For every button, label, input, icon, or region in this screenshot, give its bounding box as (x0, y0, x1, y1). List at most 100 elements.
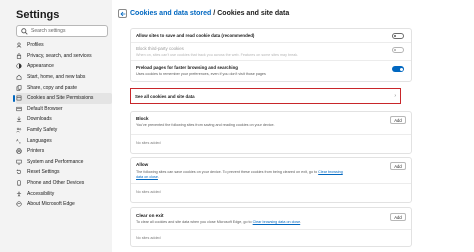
sidebar: Settings Profiles Privacy, search, and s… (0, 0, 112, 252)
block-add-button[interactable]: Add (390, 116, 406, 124)
allow-section-title: Allow (136, 162, 149, 167)
lock-icon (16, 53, 22, 59)
cookie-settings-card: Allow sites to save and read cookie data… (130, 28, 412, 82)
printer-icon (16, 148, 22, 154)
sidebar-item-label: Phone and Other Devices (27, 180, 85, 187)
sidebar-item-languages[interactable]: Aa Languages (16, 135, 112, 146)
clear-on-exit-description: To clear all cookies and site data when … (136, 220, 301, 224)
phone-icon (17, 180, 21, 186)
preload-pages-toggle[interactable] (392, 66, 404, 72)
profile-icon (16, 42, 22, 48)
system-icon (16, 159, 22, 165)
browser-icon (16, 106, 22, 111)
sidebar-item-about[interactable]: About Microsoft Edge (16, 199, 112, 210)
clear-browsing-link-cont[interactable]: data on close (136, 175, 158, 179)
language-icon: Aa (16, 138, 21, 144)
divider (131, 134, 411, 135)
sidebar-title: Settings (16, 9, 60, 21)
clear-browsing-data-link[interactable]: Clear browsing data on close (253, 220, 301, 224)
settings-window: Settings Profiles Privacy, search, and s… (0, 0, 474, 252)
sidebar-item-privacy[interactable]: Privacy, search, and services (16, 51, 112, 62)
sidebar-item-start-home[interactable]: Start, home, and new tabs (16, 72, 112, 83)
sidebar-item-system[interactable]: System and Performance (16, 157, 112, 168)
sidebar-item-label: Profiles (27, 42, 44, 49)
home-icon (16, 74, 22, 80)
sidebar-item-label: Languages (27, 137, 52, 144)
page-header: Cookies and data stored / Cookies and site… (118, 9, 289, 18)
block-section: Block You've prevented the following sit… (130, 111, 412, 154)
allow-cookies-toggle[interactable] (392, 33, 404, 39)
breadcrumb-separator: / (213, 10, 216, 17)
sidebar-nav: Profiles Privacy, search, and services A… (13, 40, 112, 210)
divider (131, 229, 411, 230)
accessibility-icon (16, 191, 22, 197)
block-third-party-description: When on, sites can't use cookies that tr… (136, 53, 299, 57)
sidebar-item-reset[interactable]: Reset Settings (16, 167, 112, 178)
download-icon (16, 117, 22, 123)
sidebar-item-accessibility[interactable]: Accessibility (16, 188, 112, 199)
allow-section-description-line2: data on close. (136, 175, 159, 179)
search-box[interactable] (16, 25, 108, 37)
svg-text:a: a (19, 141, 21, 144)
sidebar-item-label: Privacy, search, and services (27, 52, 92, 59)
sidebar-item-label: Cookies and Site Permissions (27, 95, 94, 102)
clear-on-exit-add-button[interactable]: Add (390, 213, 406, 221)
allow-desc-end: . (157, 175, 159, 179)
clear-on-exit-empty-text: No sites added (136, 236, 161, 240)
divider (131, 60, 411, 61)
main-content: Cookies and data stored / Cookies and site… (112, 0, 474, 252)
sidebar-item-share[interactable]: Share, copy and paste (16, 82, 112, 93)
clear-on-exit-desc-end: . (300, 220, 302, 224)
block-section-description: You've prevented the following sites fro… (136, 123, 275, 127)
sidebar-item-label: Appearance (27, 63, 54, 70)
breadcrumb: Cookies and data stored / Cookies and site… (130, 10, 289, 17)
sidebar-item-cookies[interactable]: Cookies and Site Permissions (13, 92, 112, 104)
family-icon (16, 127, 22, 133)
sidebar-item-appearance[interactable]: Appearance (16, 61, 112, 72)
search-input[interactable] (31, 26, 105, 36)
clear-on-exit-title: Clear on exit (136, 213, 164, 218)
search-icon (21, 28, 28, 35)
allow-section: Allow The following sites can save cooki… (130, 157, 412, 203)
appearance-icon (16, 63, 22, 70)
chevron-right-icon: › (394, 93, 396, 99)
block-section-title: Block (136, 116, 149, 121)
allow-section-description: The following sites can save cookies on … (136, 170, 343, 174)
sidebar-item-label: System and Performance (27, 158, 84, 165)
sidebar-item-profiles[interactable]: Profiles (16, 40, 112, 51)
see-all-cookies-row[interactable]: See all cookies and site data › (130, 88, 401, 104)
share-icon (16, 85, 22, 91)
back-button[interactable] (118, 9, 127, 18)
allow-empty-text: No sites added (136, 190, 161, 194)
sidebar-item-default-browser[interactable]: Default Browser (16, 104, 112, 115)
sidebar-item-label: Share, copy and paste (27, 84, 78, 91)
sidebar-item-label: Downloads (27, 116, 52, 123)
sidebar-item-label: About Microsoft Edge (27, 201, 75, 208)
sidebar-item-printers[interactable]: Printers (16, 146, 112, 157)
sidebar-item-label: Printers (27, 148, 45, 155)
page-title: Cookies and site data (217, 10, 290, 17)
allow-add-button[interactable]: Add (390, 162, 406, 170)
preload-pages-title: Preload pages for faster browsing and se… (136, 65, 238, 70)
block-empty-text: No sites added (136, 141, 161, 145)
sidebar-item-family-safety[interactable]: Family Safety (16, 125, 112, 136)
back-arrow-icon (119, 11, 125, 16)
clear-browsing-link[interactable]: Clear browsing (318, 170, 343, 174)
block-third-party-toggle[interactable] (392, 47, 404, 53)
edge-icon (16, 201, 22, 207)
allow-desc-text: The following sites can save cookies on … (136, 170, 319, 174)
divider (131, 42, 411, 43)
see-all-cookies-label: See all cookies and site data (135, 94, 195, 99)
sidebar-item-downloads[interactable]: Downloads (16, 114, 112, 125)
sidebar-item-label: Accessibility (27, 190, 55, 197)
divider (131, 183, 411, 184)
sidebar-item-phone[interactable]: Phone and Other Devices (16, 178, 112, 189)
clear-on-exit-section: Clear on exit To clear all cookies and s… (130, 207, 412, 247)
sidebar-item-label: Default Browser (27, 105, 63, 112)
breadcrumb-parent-link[interactable]: Cookies and data stored (130, 10, 211, 17)
sidebar-item-label: Family Safety (27, 127, 58, 134)
cookies-icon (16, 95, 22, 101)
block-third-party-title: Block third-party cookies (136, 46, 184, 51)
reset-icon (16, 169, 22, 175)
sidebar-item-label: Reset Settings (27, 169, 60, 176)
